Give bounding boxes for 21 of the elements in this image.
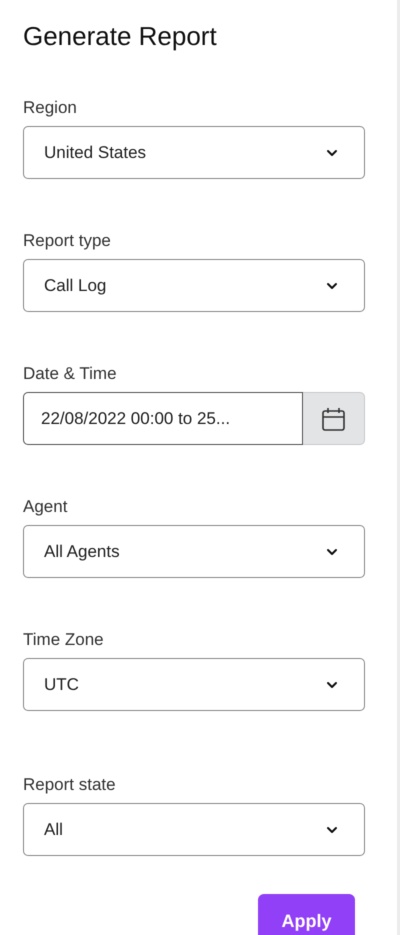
calendar-button[interactable]	[303, 392, 365, 445]
chevron-down-icon	[326, 826, 338, 834]
field-label: Report type	[23, 231, 112, 251]
select-dropdown[interactable]: UTC	[23, 658, 365, 711]
page-title: Generate Report	[23, 20, 218, 52]
select-dropdown[interactable]: All Agents	[23, 525, 365, 578]
field-label: Report state	[23, 775, 117, 795]
select-dropdown[interactable]: United States	[23, 126, 365, 179]
chevron-down-icon	[326, 148, 338, 156]
apply-button[interactable]: Apply	[258, 894, 355, 935]
select-dropdown[interactable]: Call Log	[23, 259, 365, 312]
field-label: Time Zone	[23, 630, 105, 650]
select-dropdown[interactable]: All	[23, 803, 365, 856]
chevron-down-icon	[326, 680, 338, 688]
chevron-down-icon	[326, 282, 338, 290]
chevron-down-icon	[326, 548, 338, 556]
field-label: Agent	[23, 497, 68, 517]
date-range-field[interactable]: 22/08/2022 00:00 to 25...	[23, 392, 303, 445]
field-label: Region	[23, 98, 78, 118]
calendar-icon	[322, 406, 345, 430]
field-label: Date & Time	[23, 364, 118, 384]
